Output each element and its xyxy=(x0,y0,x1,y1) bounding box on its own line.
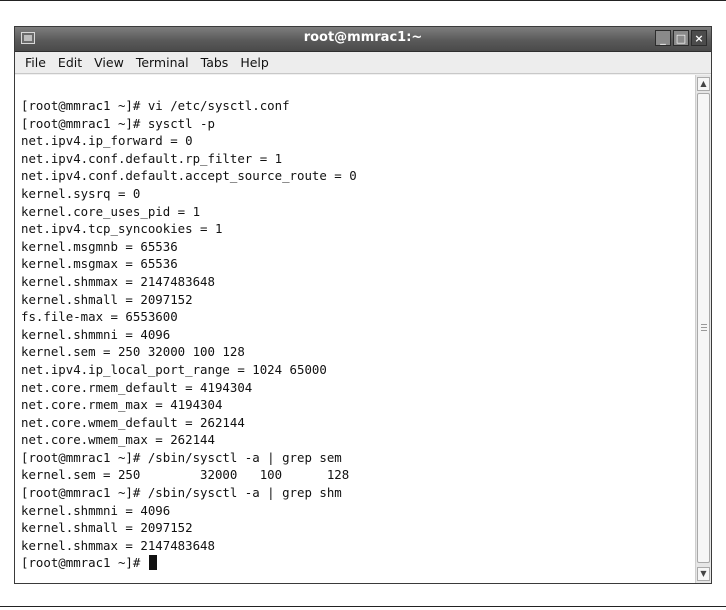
terminal-line: net.core.rmem_default = 4194304 xyxy=(21,379,253,395)
terminal-prompt: [root@mmrac1 ~]# xyxy=(21,555,148,571)
grip-line xyxy=(701,324,707,325)
menu-edit[interactable]: Edit xyxy=(52,55,88,70)
terminal-line: net.core.wmem_max = 262144 xyxy=(21,432,215,448)
terminal-line: kernel.msgmax = 65536 xyxy=(21,256,178,272)
terminal-line: [root@mmrac1 ~]# /sbin/sysctl -a | grep … xyxy=(21,485,342,501)
terminal-line: net.ipv4.conf.default.accept_source_rout… xyxy=(21,168,357,184)
terminal-line: net.ipv4.ip_forward = 0 xyxy=(21,133,193,149)
menu-terminal[interactable]: Terminal xyxy=(130,55,195,70)
close-button[interactable]: × xyxy=(691,30,707,46)
terminal-line: net.ipv4.tcp_syncookies = 1 xyxy=(21,221,223,237)
terminal-line: net.ipv4.conf.default.rp_filter = 1 xyxy=(21,150,283,166)
page-bottom-rule xyxy=(0,606,726,607)
terminal-line: kernel.shmall = 2097152 xyxy=(21,291,193,307)
terminal-line: kernel.sem = 250 32000 100 128 xyxy=(21,344,245,360)
window-title: root@mmrac1:~ xyxy=(303,30,423,45)
minimize-button[interactable]: _ xyxy=(655,30,671,46)
terminal-line: kernel.msgmnb = 65536 xyxy=(21,238,178,254)
terminal-line: [root@mmrac1 ~]# vi /etc/sysctl.conf xyxy=(21,98,290,113)
vertical-scrollbar[interactable]: ▲ ▼ xyxy=(695,75,711,583)
terminal-line: kernel.shmmax = 2147483648 xyxy=(21,537,215,553)
terminal-line: kernel.sysrq = 0 xyxy=(21,185,141,201)
terminal-line: kernel.shmmni = 4096 xyxy=(21,502,171,518)
menu-tabs[interactable]: Tabs xyxy=(195,55,235,70)
scroll-up-arrow-icon[interactable]: ▲ xyxy=(697,77,710,91)
text-cursor xyxy=(148,555,157,571)
title-bar[interactable]: root@mmrac1:~ _ □ × xyxy=(15,27,711,52)
terminal-line: kernel.sem = 250 32000 100 128 xyxy=(21,467,350,483)
menu-file[interactable]: File xyxy=(19,55,52,70)
terminal-line: net.core.wmem_default = 262144 xyxy=(21,414,245,430)
window-controls: _ □ × xyxy=(655,30,707,46)
terminal-line: net.ipv4.ip_local_port_range = 1024 6500… xyxy=(21,361,327,377)
menu-help[interactable]: Help xyxy=(234,55,275,70)
grip-line xyxy=(701,330,707,331)
terminal-line: [root@mmrac1 ~]# sysctl -p xyxy=(21,115,215,131)
terminal-text: [root@mmrac1 ~]# vi /etc/sysctl.conf [ro… xyxy=(21,97,357,572)
menu-view[interactable]: View xyxy=(88,55,130,70)
terminal-line: [root@mmrac1 ~]# /sbin/sysctl -a | grep … xyxy=(21,449,342,465)
maximize-button[interactable]: □ xyxy=(673,30,689,46)
terminal-line: kernel.core_uses_pid = 1 xyxy=(21,203,201,219)
grip-line xyxy=(701,327,707,328)
terminal-line: fs.file-max = 6553600 xyxy=(21,309,178,325)
terminal-line: kernel.shmmni = 4096 xyxy=(21,326,171,342)
terminal-line: kernel.shmall = 2097152 xyxy=(21,520,193,536)
terminal-line: net.core.rmem_max = 4194304 xyxy=(21,397,223,413)
scroll-down-arrow-icon[interactable]: ▼ xyxy=(697,567,710,581)
scrollbar-thumb[interactable] xyxy=(697,93,710,563)
terminal-line: kernel.shmmax = 2147483648 xyxy=(21,273,215,289)
page-top-rule xyxy=(0,0,726,1)
menu-bar: File Edit View Terminal Tabs Help xyxy=(15,52,711,74)
terminal-output-area[interactable]: [root@mmrac1 ~]# vi /etc/sysctl.conf [ro… xyxy=(15,75,695,583)
terminal-window: root@mmrac1:~ _ □ × File Edit View Termi… xyxy=(14,26,712,584)
